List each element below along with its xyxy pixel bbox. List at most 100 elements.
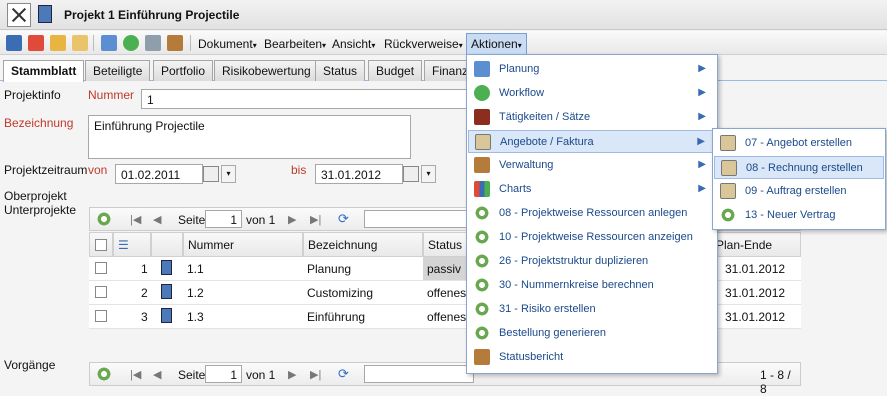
menu-item-charts[interactable]: Charts ▶ xyxy=(468,178,716,201)
row-plan-ende: 31.01.2012 xyxy=(725,310,786,324)
refresh-icon[interactable]: ⟳ xyxy=(338,366,349,382)
bis-dropdown-button[interactable]: ▾ xyxy=(421,165,436,183)
menu-item-10-ressourcen-anzeigen[interactable]: 10 - Projektweise Ressourcen anzeigen xyxy=(468,226,716,249)
page-count-label: von 1 xyxy=(246,368,276,382)
bis-date-input[interactable]: 31.01.2012 xyxy=(315,164,403,184)
submenu-item-13-vertrag[interactable]: 13 - Neuer Vertrag xyxy=(714,204,884,227)
submenu-arrow-icon: ▶ xyxy=(698,63,706,74)
menu-item-planung[interactable]: Planung ▶ xyxy=(468,58,716,81)
gear-icon xyxy=(474,301,490,317)
gear-icon xyxy=(474,229,490,245)
submenu-arrow-icon: ▶ xyxy=(698,183,706,194)
vorgaenge-label: Vorgänge xyxy=(4,358,56,372)
menu-item-angebote-faktura[interactable]: Angebote / Faktura ▶ xyxy=(468,130,716,153)
grid-header-icon[interactable] xyxy=(151,232,183,257)
tab-strip: Stammblatt Beteiligte Portfolio Risikobe… xyxy=(0,58,887,82)
check-icon[interactable] xyxy=(123,35,139,51)
menu-item-taetigkeiten[interactable]: Tätigkeiten / Sätze ▶ xyxy=(468,106,716,129)
menu-item-bestellung[interactable]: Bestellung generieren xyxy=(468,322,716,345)
next-page-icon[interactable]: ▶ xyxy=(288,368,296,381)
bezeichnung-label: Bezeichnung xyxy=(4,116,74,130)
menu-item-statusbericht[interactable]: Statusbericht xyxy=(468,346,716,369)
tab-budget[interactable]: Budget xyxy=(368,60,423,81)
delete-icon[interactable] xyxy=(28,35,44,51)
gear-icon xyxy=(474,277,490,293)
nummer-input[interactable]: 1 xyxy=(141,89,471,109)
von-dropdown-button[interactable]: ▾ xyxy=(221,165,236,183)
menu-item-31-risiko[interactable]: 31 - Risiko erstellen xyxy=(468,298,716,321)
menu-item-verwaltung[interactable]: Verwaltung ▶ xyxy=(468,154,716,177)
submenu-arrow-icon: ▶ xyxy=(697,136,705,147)
first-page-icon[interactable]: |◀ xyxy=(130,213,141,226)
search-input[interactable] xyxy=(364,210,474,228)
tab-stammblatt[interactable]: Stammblatt xyxy=(3,60,85,82)
seite-label: Seite xyxy=(178,213,206,227)
save-icon[interactable] xyxy=(6,35,22,51)
menu-item-26-projektstruktur[interactable]: 26 - Projektstruktur duplizieren xyxy=(468,250,716,273)
document-icon xyxy=(38,5,52,23)
grid-header-select[interactable] xyxy=(89,232,113,257)
next-page-icon[interactable]: ▶ xyxy=(288,213,296,226)
row-checkbox[interactable] xyxy=(95,310,107,322)
menu-item-workflow[interactable]: Workflow ▶ xyxy=(468,82,716,105)
folder-icon[interactable] xyxy=(72,35,88,51)
tab-beteiligte[interactable]: Beteiligte xyxy=(85,60,151,81)
book-icon xyxy=(161,284,172,299)
toolbar: Dokument▾ Bearbeiten▾ Ansicht▾ Rückverwe… xyxy=(0,31,887,55)
close-icon[interactable] xyxy=(7,3,31,27)
submenu-item-08-rechnung[interactable]: 08 - Rechnung erstellen xyxy=(714,156,884,179)
search-input[interactable] xyxy=(364,365,474,383)
projektinfo-label: Projektinfo xyxy=(4,88,61,102)
submenu-arrow-icon: ▶ xyxy=(698,159,706,170)
list-icon: ☰ xyxy=(118,238,129,252)
new-icon[interactable] xyxy=(50,35,66,51)
submenu-arrow-icon: ▶ xyxy=(698,111,706,122)
von-date-input[interactable]: 01.02.2011 xyxy=(115,164,203,184)
calendar-icon[interactable] xyxy=(203,166,219,182)
row-nummer: 1.3 xyxy=(187,310,204,324)
menu-rueckverweise[interactable]: Rückverweise▾ xyxy=(384,37,463,51)
menu-item-08-ressourcen-anlegen[interactable]: 08 - Projektweise Ressourcen anlegen xyxy=(468,202,716,225)
gear-icon[interactable] xyxy=(96,366,112,382)
planning-icon xyxy=(474,61,490,77)
row-bezeichnung: Customizing xyxy=(307,286,374,300)
tab-portfolio[interactable]: Portfolio xyxy=(153,60,214,81)
title-bar: Projekt 1 Einführung Projectile xyxy=(0,0,887,30)
menu-aktionen[interactable]: Aktionen▾ xyxy=(466,33,527,55)
first-page-icon[interactable]: |◀ xyxy=(130,368,141,381)
prev-page-icon[interactable]: ◀ xyxy=(153,213,161,226)
tab-risikobewertung[interactable]: Risikobewertung xyxy=(214,60,319,81)
bezeichnung-textarea[interactable]: Einführung Projectile xyxy=(88,115,411,159)
submenu-item-09-auftrag[interactable]: 09 - Auftrag erstellen xyxy=(714,180,884,203)
edit-icon[interactable] xyxy=(167,35,183,51)
row-checkbox[interactable] xyxy=(95,262,107,274)
print-icon[interactable] xyxy=(145,35,161,51)
select-all-checkbox[interactable] xyxy=(95,239,107,251)
grid-header-index[interactable]: ☰ xyxy=(113,232,151,257)
submenu-item-07-angebot[interactable]: 07 - Angebot erstellen xyxy=(714,132,884,155)
copy-icon[interactable] xyxy=(101,35,117,51)
page-input[interactable]: 1 xyxy=(205,210,242,228)
menu-ansicht[interactable]: Ansicht▾ xyxy=(332,37,375,51)
window-title: Projekt 1 Einführung Projectile xyxy=(64,8,240,22)
grid-header-nummer[interactable]: Nummer xyxy=(183,232,303,257)
menu-bearbeiten[interactable]: Bearbeiten▾ xyxy=(264,37,326,51)
separator xyxy=(190,35,191,51)
menu-dokument[interactable]: Dokument▾ xyxy=(198,37,257,51)
page-input[interactable]: 1 xyxy=(205,365,242,383)
menu-item-30-nummernkreise[interactable]: 30 - Nummernkreise berechnen xyxy=(468,274,716,297)
tab-status[interactable]: Status xyxy=(315,60,366,81)
row-checkbox[interactable] xyxy=(95,286,107,298)
von-label: von xyxy=(88,163,108,177)
refresh-icon[interactable]: ⟳ xyxy=(338,211,349,227)
last-page-icon[interactable]: ▶| xyxy=(310,368,321,381)
angebote-submenu: 07 - Angebot erstellen 08 - Rechnung ers… xyxy=(712,128,886,230)
calendar-icon[interactable] xyxy=(403,166,419,182)
last-page-icon[interactable]: ▶| xyxy=(310,213,321,226)
grid-header-status[interactable]: Status xyxy=(423,232,467,257)
grid-header-bezeichnung[interactable]: Bezeichnung xyxy=(303,232,423,257)
gear-icon[interactable] xyxy=(96,211,112,227)
grid-header-plan-ende[interactable]: Plan-Ende xyxy=(711,232,801,257)
prev-page-icon[interactable]: ◀ xyxy=(153,368,161,381)
chart-icon xyxy=(474,181,490,197)
